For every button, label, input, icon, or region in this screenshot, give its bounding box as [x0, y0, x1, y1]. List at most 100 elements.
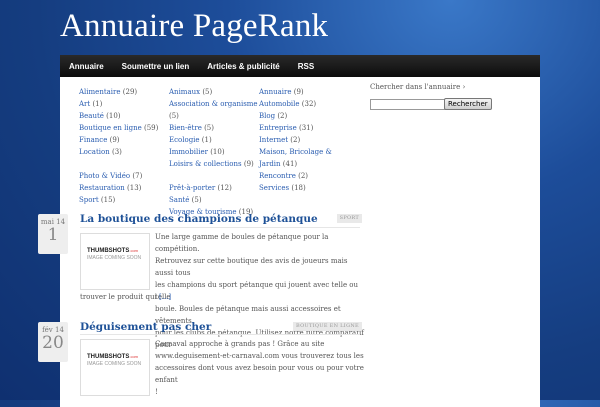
- post-title[interactable]: La boutique des champions de pétanque: [80, 213, 318, 225]
- category-item: Prêt-à-porter (12): [169, 182, 263, 194]
- excerpt-line: trouver le produit qui: [80, 293, 157, 301]
- category-link[interactable]: Internet: [259, 136, 288, 144]
- category-link[interactable]: Automobile: [259, 100, 300, 108]
- post-thumbnail[interactable]: THUMBSHOTS.com IMAGE COMING SOON: [80, 339, 150, 396]
- category-count: (3): [111, 148, 122, 156]
- category-count: (31): [298, 124, 314, 132]
- post-date-badge: fév 14 20: [38, 322, 68, 362]
- thumbnail-brand-suffix: .com: [129, 248, 139, 253]
- thumbnail-brand-suffix: .com: [129, 354, 139, 359]
- category-link[interactable]: Services: [259, 184, 289, 192]
- category-count: (2): [277, 112, 288, 120]
- search-label: Chercher dans l'annuaire ›: [370, 83, 466, 91]
- post-category-tag[interactable]: BOUTIQUE EN LIGNE: [293, 322, 362, 331]
- category-count: (13): [127, 184, 142, 192]
- search-button[interactable]: Rechercher: [444, 98, 492, 110]
- category-link[interactable]: Restauration: [79, 184, 125, 192]
- category-link[interactable]: Bien-être: [169, 124, 202, 132]
- category-link[interactable]: Immobilier: [169, 148, 208, 156]
- category-link[interactable]: Animaux: [169, 88, 200, 96]
- excerpt-line: !: [155, 388, 158, 396]
- search-input[interactable]: [370, 99, 446, 110]
- excerpt-line: Une large gamme de boules de pétanque po…: [155, 233, 329, 253]
- nav-item-soumettre-lien[interactable]: Soumettre un lien: [113, 62, 199, 71]
- nav-item-annuaire[interactable]: Annuaire: [60, 62, 113, 71]
- category-item: Bien-être (5): [169, 122, 263, 134]
- category-item: Loisirs & collections (9): [169, 158, 263, 170]
- category-count: (5): [169, 112, 179, 120]
- category-item: Entreprise (31): [259, 122, 351, 134]
- category-column-2: Animaux (5) Association & organisme (5) Bi…: [169, 86, 263, 218]
- category-item: Internet (2): [259, 134, 351, 146]
- post-category-tag[interactable]: SPORT: [336, 214, 362, 223]
- category-link[interactable]: Beauté: [79, 112, 104, 120]
- category-count: (10): [106, 112, 121, 120]
- category-link[interactable]: Blog: [259, 112, 275, 120]
- category-count: (12): [217, 184, 232, 192]
- category-link[interactable]: Alimentaire: [79, 88, 121, 96]
- post-thumbnail[interactable]: THUMBSHOTS.com IMAGE COMING SOON: [80, 233, 150, 290]
- category-count: (9): [109, 136, 120, 144]
- thumbnail-brand: THUMBSHOTS: [87, 248, 130, 254]
- excerpt-line: les champions du sport pétanque qui joue…: [155, 281, 359, 301]
- category-count: (1): [201, 136, 212, 144]
- category-count: (2): [290, 136, 301, 144]
- category-link[interactable]: Entreprise: [259, 124, 297, 132]
- category-link[interactable]: Santé: [169, 196, 189, 204]
- category-item: Boutique en ligne (59): [79, 122, 173, 134]
- category-count: (5): [204, 124, 214, 132]
- category-count: (9): [243, 160, 254, 168]
- nav-item-rss[interactable]: RSS: [289, 62, 323, 71]
- category-link[interactable]: Association & organisme: [169, 100, 258, 108]
- site-title[interactable]: Annuaire PageRank: [60, 8, 328, 45]
- category-link[interactable]: Boutique en ligne: [79, 124, 142, 132]
- category-item: Annuaire (9): [259, 86, 351, 98]
- category-column-1: Alimentaire (29) Art (1) Beauté (10) Boutiq…: [79, 86, 173, 206]
- post-date-badge: mai 14 1: [38, 214, 68, 254]
- category-count: (2): [298, 172, 309, 180]
- category-link[interactable]: Art: [79, 100, 90, 108]
- category-item: Immobilier (10): [169, 146, 263, 158]
- category-count: (32): [301, 100, 317, 108]
- category-link[interactable]: Ecologie: [169, 136, 200, 144]
- post-divider: [80, 227, 360, 228]
- main-content: Alimentaire (29) Art (1) Beauté (10) Boutiq…: [38, 77, 540, 407]
- excerpt-line: www.deguisement-et-carnaval.com vous tro…: [155, 352, 364, 360]
- post-title[interactable]: Déguisement pas cher: [80, 321, 211, 333]
- category-item: Sport (15): [79, 194, 173, 206]
- category-link[interactable]: Photo & Vidéo: [79, 172, 130, 180]
- category-item: Alimentaire (29): [79, 86, 173, 98]
- category-item: Beauté (10): [79, 110, 173, 122]
- category-link[interactable]: Location: [79, 148, 110, 156]
- thumbnail-placeholder: THUMBSHOTS.com IMAGE COMING SOON: [87, 354, 143, 380]
- thumbnail-placeholder: THUMBSHOTS.com IMAGE COMING SOON: [87, 248, 143, 274]
- category-item: Santé (5): [169, 194, 263, 206]
- category-count: (7): [132, 172, 143, 180]
- category-item: Automobile (32): [259, 98, 351, 110]
- excerpt-line: accessoires dont vous avez besoin pour v…: [155, 364, 364, 384]
- post-excerpt: Une large gamme de boules de pétanque po…: [155, 231, 365, 351]
- category-link[interactable]: Rencontre: [259, 172, 296, 180]
- nav-item-articles-publicite[interactable]: Articles & publicité: [198, 62, 288, 71]
- category-link[interactable]: Prêt-à-porter: [169, 184, 215, 192]
- excerpt-line: Carnaval approche à grands pas ! Grâce a…: [155, 340, 325, 348]
- thumbnail-text: IMAGE COMING SOON: [87, 255, 142, 261]
- category-spacer: [169, 170, 263, 182]
- excerpt-line: Retrouvez sur cette boutique des avis de…: [155, 257, 348, 277]
- post-excerpt-tail: trouver le produit qui [...]: [80, 291, 171, 303]
- category-spacer: [79, 158, 173, 170]
- category-count: (59): [144, 124, 159, 132]
- category-link[interactable]: Finance: [79, 136, 107, 144]
- post-date-day: 1: [47, 225, 59, 245]
- category-item: Finance (9): [79, 134, 173, 146]
- category-link[interactable]: Annuaire: [259, 88, 291, 96]
- category-item: Association & organisme (5): [169, 98, 263, 122]
- category-link[interactable]: Sport: [79, 196, 99, 204]
- category-count: (5): [202, 88, 213, 96]
- category-item: Location (3): [79, 146, 173, 158]
- thumbnail-brand: THUMBSHOTS: [87, 354, 130, 360]
- category-link[interactable]: Loisirs & collections: [169, 160, 242, 168]
- post-excerpt: Carnaval approche à grands pas ! Grâce a…: [155, 338, 365, 398]
- category-item: Restauration (13): [79, 182, 173, 194]
- read-more-link[interactable]: [...]: [159, 293, 171, 301]
